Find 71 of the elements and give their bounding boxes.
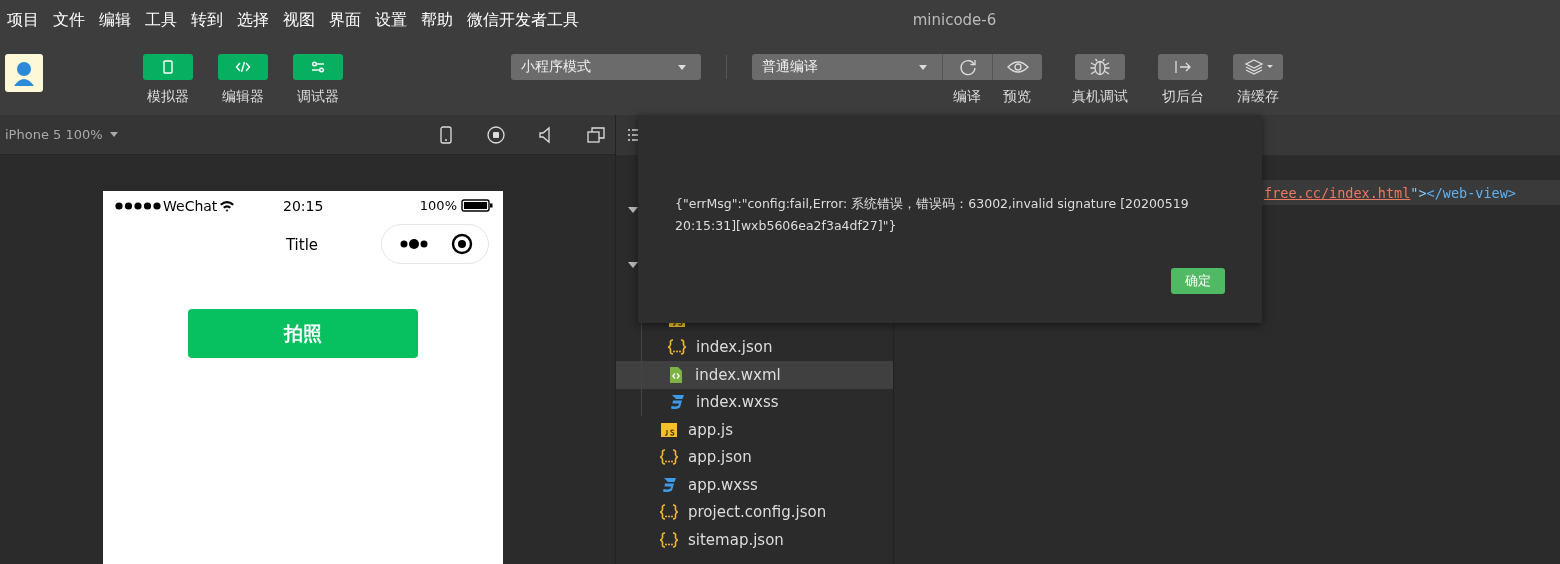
twisty-icon[interactable] (628, 260, 638, 269)
mode-dropdown[interactable]: 小程序模式 (511, 54, 701, 80)
wifi-icon (219, 199, 236, 212)
menu-item[interactable]: 工具 (145, 9, 177, 31)
menu-item[interactable]: 微信开发者工具 (467, 9, 579, 31)
compile-dropdown[interactable]: 普通编译 (752, 54, 942, 80)
json-file-icon (660, 503, 678, 522)
page-title: Title (285, 236, 319, 254)
battery-percent: 100% (419, 198, 457, 213)
battery-icon (461, 199, 493, 212)
menu-item[interactable]: 转到 (191, 9, 223, 31)
json-file-icon (660, 530, 678, 549)
file-item[interactable]: index.wxss (641, 388, 893, 416)
tool-label: 编译 (953, 87, 981, 105)
status-time: 20:15 (283, 197, 324, 214)
phone-icon (160, 59, 176, 75)
json-file-icon (660, 448, 678, 467)
menu-item[interactable]: 选择 (237, 9, 269, 31)
window-title: minicode-6 (912, 11, 997, 29)
toolbar-button[interactable] (1158, 54, 1208, 80)
view-toggle-button[interactable] (143, 54, 193, 80)
menu-item[interactable]: 设置 (375, 9, 407, 31)
toolbar-button[interactable] (992, 54, 1042, 80)
toolbar-button[interactable] (1075, 54, 1125, 80)
file-item[interactable]: app.wxss (616, 471, 893, 499)
more-icon[interactable] (399, 238, 429, 250)
bug-icon (1089, 57, 1111, 77)
code-file-icon (667, 365, 685, 384)
caret-icon (109, 132, 118, 137)
device-selector[interactable]: iPhone 5 100% (5, 127, 118, 142)
file-item[interactable]: index.wxml (616, 361, 893, 389)
view-toggle-button[interactable] (218, 54, 268, 80)
file-item[interactable]: sitemap.json (616, 526, 893, 554)
refresh-icon (957, 57, 978, 77)
close-target-icon[interactable] (451, 233, 473, 255)
windows-icon[interactable] (585, 124, 606, 145)
eye-icon (1006, 60, 1029, 74)
menu-item[interactable]: 界面 (329, 9, 361, 31)
json-file-icon (668, 338, 686, 357)
css-file-icon (668, 393, 686, 412)
sliders-icon (310, 59, 326, 75)
menu-item[interactable]: 帮助 (421, 9, 453, 31)
tool-label: 真机调试 (1072, 87, 1128, 105)
exit-arrow-icon (1173, 59, 1193, 75)
tool-label: 切后台 (1162, 87, 1204, 105)
carrier-name: WeChat (163, 197, 218, 214)
file-item[interactable]: project.config.json (616, 498, 893, 526)
toolbar-button[interactable] (942, 54, 992, 80)
avatar-figure-icon (12, 60, 36, 86)
toolbar-button[interactable] (1233, 54, 1283, 80)
signal-dots-icon (115, 201, 161, 210)
tool-label: 模拟器 (147, 87, 189, 105)
file-item[interactable]: app.js (616, 416, 893, 444)
layers-icon (1243, 58, 1273, 76)
menu-item[interactable]: 文件 (53, 9, 85, 31)
tool-label: 预览 (1003, 87, 1031, 105)
tool-label: 调试器 (297, 87, 339, 105)
record-icon[interactable] (485, 124, 506, 145)
menu-item[interactable]: 项目 (7, 9, 39, 31)
code-icon (235, 59, 251, 75)
tool-label: 编辑器 (222, 87, 264, 105)
js-file-icon (660, 420, 678, 439)
twisty-icon[interactable] (628, 205, 638, 214)
caret-icon (678, 64, 686, 70)
caret-icon (919, 64, 927, 70)
menu-item[interactable]: 编辑 (99, 9, 131, 31)
file-item[interactable]: app.json (616, 443, 893, 471)
view-toggle-button[interactable] (293, 54, 343, 80)
tool-label: 清缓存 (1237, 87, 1279, 105)
menu-item[interactable]: 视图 (283, 9, 315, 31)
css-file-icon (660, 475, 678, 494)
